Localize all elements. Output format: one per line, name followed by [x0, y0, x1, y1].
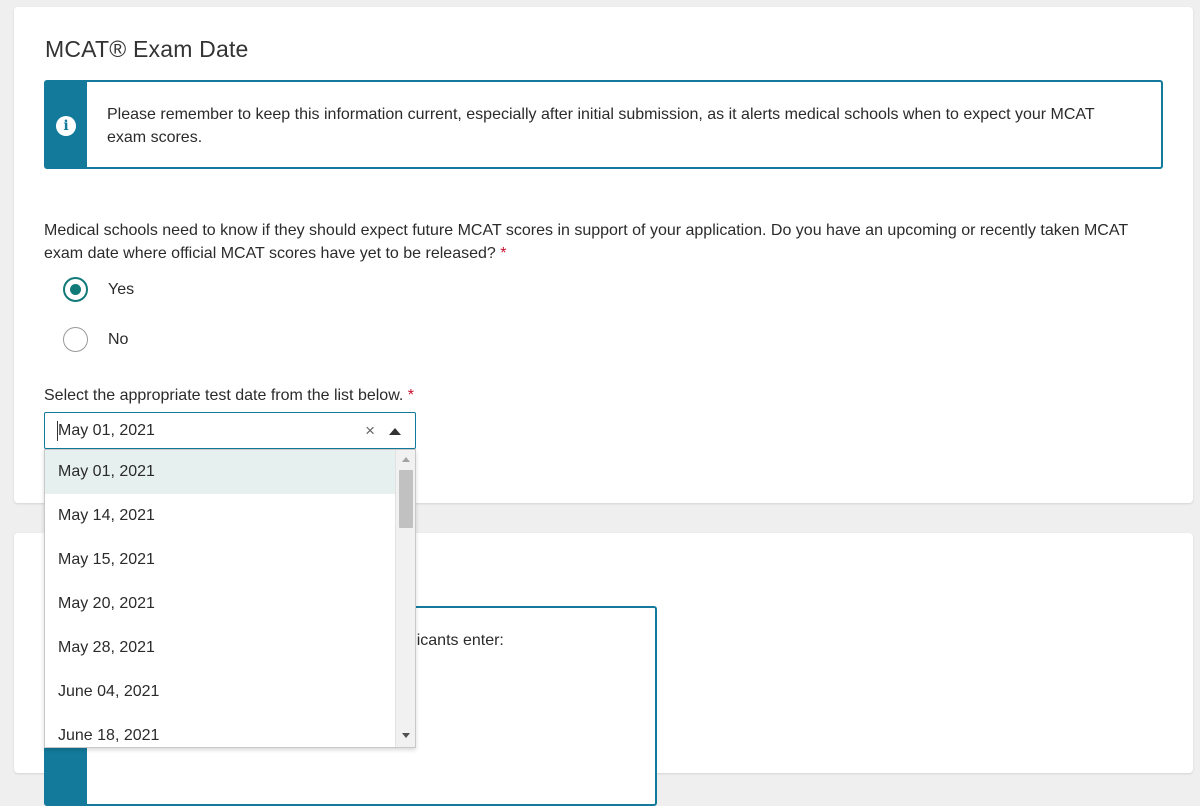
clear-icon[interactable]: × [365, 421, 375, 441]
mcat-question: Medical schools need to know if they sho… [44, 219, 1164, 265]
info-stripe: i [46, 82, 87, 167]
dropdown-option[interactable]: May 15, 2021 [45, 538, 395, 582]
dropdown-option[interactable]: June 18, 2021 [45, 714, 395, 747]
test-date-label-text: Select the appropriate test date from th… [44, 387, 404, 404]
chevron-up-icon[interactable] [389, 428, 401, 435]
dropdown-option[interactable]: May 28, 2021 [45, 626, 395, 670]
question-text: Medical schools need to know if they sho… [44, 222, 1128, 262]
dropdown-scrollbar[interactable] [395, 450, 415, 747]
dropdown-option[interactable]: May 01, 2021 [45, 450, 395, 494]
section-title: MCAT® Exam Date [45, 36, 249, 62]
info-message: Please remember to keep this information… [107, 106, 1095, 146]
test-date-select[interactable]: May 01, 2021 × [44, 412, 416, 449]
test-date-label: Select the appropriate test date from th… [44, 387, 414, 405]
radio-yes-button[interactable] [63, 277, 88, 302]
scrollbar-thumb[interactable] [399, 470, 413, 528]
radio-no-label[interactable]: No [108, 331, 128, 349]
test-date-options: May 01, 2021 May 14, 2021 May 15, 2021 M… [45, 450, 395, 747]
scroll-down-arrow-icon[interactable] [402, 733, 410, 738]
radio-no[interactable]: No [63, 327, 128, 352]
required-asterisk: * [500, 245, 507, 262]
radio-yes[interactable]: Yes [63, 277, 134, 302]
radio-no-button[interactable] [63, 327, 88, 352]
radio-yes-label[interactable]: Yes [108, 281, 134, 299]
info-callout: i Please remember to keep this informati… [44, 80, 1163, 169]
dropdown-option[interactable]: May 20, 2021 [45, 582, 395, 626]
test-date-dropdown[interactable]: May 01, 2021 May 14, 2021 May 15, 2021 M… [44, 449, 416, 748]
scroll-up-arrow-icon[interactable] [402, 457, 410, 462]
dropdown-option[interactable]: May 14, 2021 [45, 494, 395, 538]
info-icon: i [56, 116, 76, 136]
selected-test-date[interactable]: May 01, 2021 [58, 422, 155, 440]
dropdown-option[interactable]: June 04, 2021 [45, 670, 395, 714]
required-asterisk: * [407, 387, 414, 404]
